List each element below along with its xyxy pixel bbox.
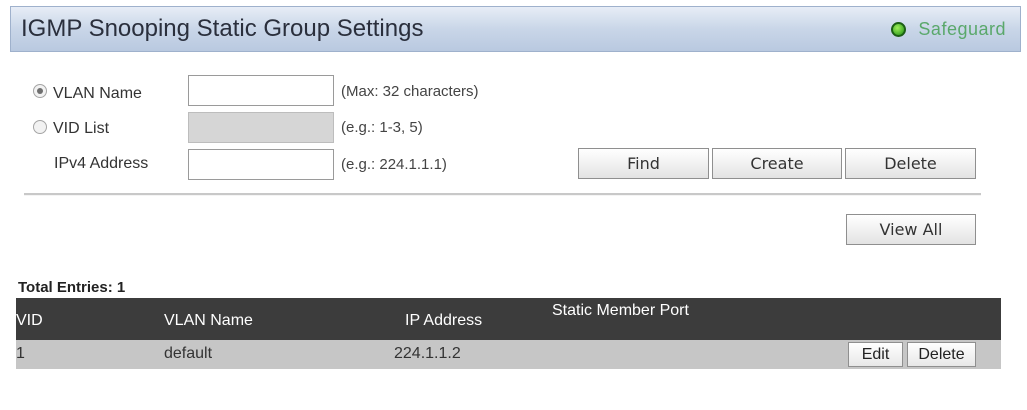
create-button[interactable]: Create bbox=[712, 148, 842, 179]
page-title: IGMP Snooping Static Group Settings bbox=[21, 15, 424, 42]
cell-vid: 1 bbox=[16, 345, 25, 362]
vid-list-label: VID List bbox=[53, 120, 110, 137]
vlan-name-radio[interactable] bbox=[33, 84, 47, 98]
cell-ip-address: 224.1.1.2 bbox=[394, 345, 461, 362]
vlan-name-label: VLAN Name bbox=[53, 85, 142, 102]
cell-vlan-name: default bbox=[164, 345, 213, 362]
ipv4-address-hint: (e.g.: 224.1.1.1) bbox=[341, 156, 447, 173]
table-row: 1 default 224.1.1.2 Edit Delete bbox=[16, 340, 1001, 369]
column-header-static-member-port: Static Member Port bbox=[552, 302, 689, 319]
vid-list-input[interactable] bbox=[188, 112, 334, 143]
ipv4-address-label: IPv4 Address bbox=[54, 155, 149, 172]
section-divider bbox=[24, 193, 981, 196]
table-header: VID VLAN Name IP Address Static Member P… bbox=[16, 298, 1001, 340]
ipv4-address-input[interactable] bbox=[188, 149, 334, 180]
column-header-ip-address: IP Address bbox=[405, 312, 483, 329]
safeguard-indicator[interactable]: Safeguard bbox=[891, 19, 1006, 40]
find-button[interactable]: Find bbox=[578, 148, 709, 179]
row-delete-button[interactable]: Delete bbox=[907, 342, 976, 367]
column-header-vid: VID bbox=[16, 312, 43, 329]
column-header-vlan-name: VLAN Name bbox=[164, 312, 253, 329]
view-all-button[interactable]: View All bbox=[846, 214, 976, 245]
row-edit-button[interactable]: Edit bbox=[848, 342, 903, 367]
vlan-name-input[interactable] bbox=[188, 75, 334, 106]
title-bar: IGMP Snooping Static Group Settings Safe… bbox=[10, 6, 1021, 52]
vlan-name-hint: (Max: 32 characters) bbox=[341, 83, 479, 100]
vid-list-radio[interactable] bbox=[33, 120, 47, 134]
vid-list-hint: (e.g.: 1-3, 5) bbox=[341, 119, 423, 136]
safeguard-status-icon bbox=[891, 22, 907, 37]
total-entries: Total Entries: 1 bbox=[18, 279, 126, 296]
delete-button[interactable]: Delete bbox=[845, 148, 976, 179]
safeguard-label: Safeguard bbox=[918, 19, 1006, 39]
